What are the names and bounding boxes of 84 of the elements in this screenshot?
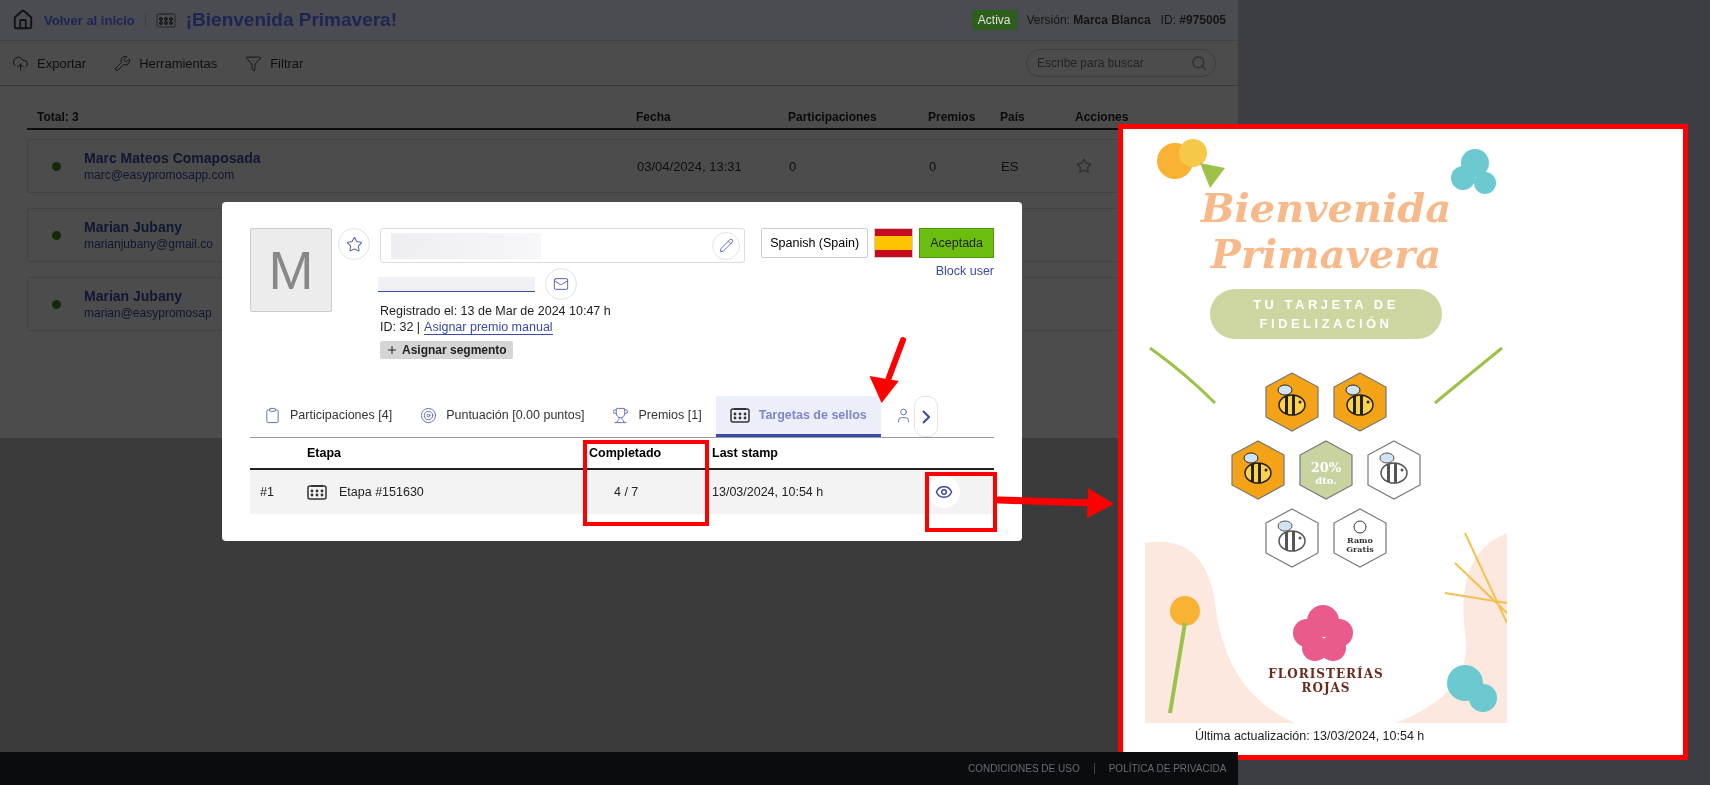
annotation-arrow: [869, 337, 906, 403]
search-icon: [1191, 55, 1207, 71]
chevron-right-icon: [921, 409, 930, 424]
flower-drawing: [1157, 139, 1225, 188]
stamp-label: 20%: [1310, 460, 1342, 475]
email-button[interactable]: [545, 268, 577, 300]
table-cell-text: 4 / 7: [613, 485, 640, 499]
table-cell-text: #1: [259, 485, 275, 499]
table-cell-text: ES: [1001, 158, 1020, 174]
column-header: Last stamp: [711, 446, 779, 460]
assign-prize-link[interactable]: Asignar premio manual: [424, 320, 553, 335]
eye-icon: [935, 483, 953, 501]
table-cell: Etapa #151630: [339, 485, 424, 499]
edit-button[interactable]: [712, 231, 740, 260]
participant-name[interactable]: Marc Mateos Comaposada: [84, 150, 261, 166]
column-header: Acciones: [1075, 110, 1130, 124]
participant-id: ID: 32 |: [380, 320, 421, 335]
block-user-link[interactable]: Block user: [935, 264, 994, 278]
last-update-text: Última actualización: 13/03/2024, 10:54 h: [1195, 729, 1426, 743]
participant-name[interactable]: Marian Jubany: [84, 219, 183, 235]
column-header: Participaciones: [788, 110, 878, 124]
table-cell-text: 0: [789, 158, 798, 174]
toolbar-button[interactable]: Exportar: [12, 54, 87, 72]
participant-email: marian@easypromosap: [84, 306, 212, 320]
toolbar-button[interactable]: Filtrar: [245, 54, 304, 72]
participant-email: marianjubany@gmail.co: [84, 237, 213, 251]
leaf-drawing: [1434, 346, 1503, 405]
assign-segment-button[interactable]: Asignar segmento: [380, 341, 513, 359]
status-badge: Aceptada: [919, 228, 994, 258]
trophy-icon: [612, 406, 630, 424]
leaf-drawing: [1149, 346, 1217, 405]
favorite-button[interactable]: [338, 228, 370, 260]
flag-icon: [874, 228, 914, 258]
tab[interactable]: Puntuación [0.00 puntos]: [406, 396, 599, 437]
footer-link[interactable]: POLÍTICA DE PRIVACIDA: [1093, 763, 1227, 774]
avatar: M: [250, 228, 332, 312]
clipboard-icon: [264, 406, 281, 424]
wrench-icon: [114, 54, 132, 72]
column-header: País: [1000, 110, 1026, 124]
pencil-icon: [718, 238, 734, 253]
id-text: ID: #975005: [1160, 13, 1226, 27]
stamp-label: Ramo: [1347, 535, 1373, 545]
registration-date: Registrado el: 13 de Mar de 2024 10:47 h: [380, 304, 612, 318]
table-cell-text: 0: [929, 158, 938, 174]
table-cell-text: 03/04/2024, 13:31: [637, 158, 743, 174]
footer-link[interactable]: CONDICIONES DE USO: [968, 763, 1080, 774]
column-header: Etapa: [306, 446, 343, 460]
participant-name[interactable]: Marian Jubany: [84, 288, 183, 304]
circle-icon: [1353, 520, 1367, 534]
next-tabs-button[interactable]: [913, 396, 938, 437]
star-icon: [345, 235, 363, 253]
highlight-frame: [925, 472, 997, 532]
plus-icon: [386, 344, 398, 356]
card-icon: [729, 407, 750, 423]
brand-name: FLORISTERÍAS ROJAS: [1267, 667, 1385, 695]
flower-drawing: [1451, 149, 1496, 194]
language-button[interactable]: Spanish (Spain): [761, 228, 869, 258]
tab[interactable]: Premios [1]: [598, 396, 716, 437]
mail-icon: [553, 276, 569, 292]
tab[interactable]: Participaciones [4]: [250, 396, 407, 437]
participant-email: marc@easypromosapp.com: [84, 168, 235, 182]
target-icon: [420, 406, 438, 424]
star-icon[interactable]: [1076, 158, 1092, 174]
card-icon: [307, 484, 327, 500]
column-header: Completado: [588, 446, 663, 460]
toolbar-button[interactable]: Herramientas: [114, 54, 218, 72]
version-text: Versión: Marca Blanca: [1026, 13, 1151, 27]
stamp-label: dto.: [1315, 475, 1337, 486]
flower-drawing: [1447, 665, 1497, 712]
table-cell-text: 13/03/2024, 10:54 h: [711, 485, 825, 499]
card-subtitle: TU TARJETA DE FIDELIZACIÓN: [1210, 289, 1442, 339]
card-icon: [155, 12, 176, 28]
column-header: Premios: [928, 110, 977, 124]
view-button[interactable]: [928, 476, 960, 508]
tab[interactable]: Targetas de sellos: [715, 396, 881, 437]
total-count: Total: 3: [37, 110, 80, 124]
flower-logo: [1293, 605, 1353, 661]
filter-icon: [245, 54, 263, 72]
name-field[interactable]: [380, 228, 745, 263]
upload-icon: [12, 54, 29, 72]
home-icon[interactable]: [12, 9, 34, 31]
column-header: Fecha: [636, 110, 672, 124]
stamp-label: Gratis: [1346, 544, 1374, 554]
status-badge: Activa: [971, 10, 1017, 30]
